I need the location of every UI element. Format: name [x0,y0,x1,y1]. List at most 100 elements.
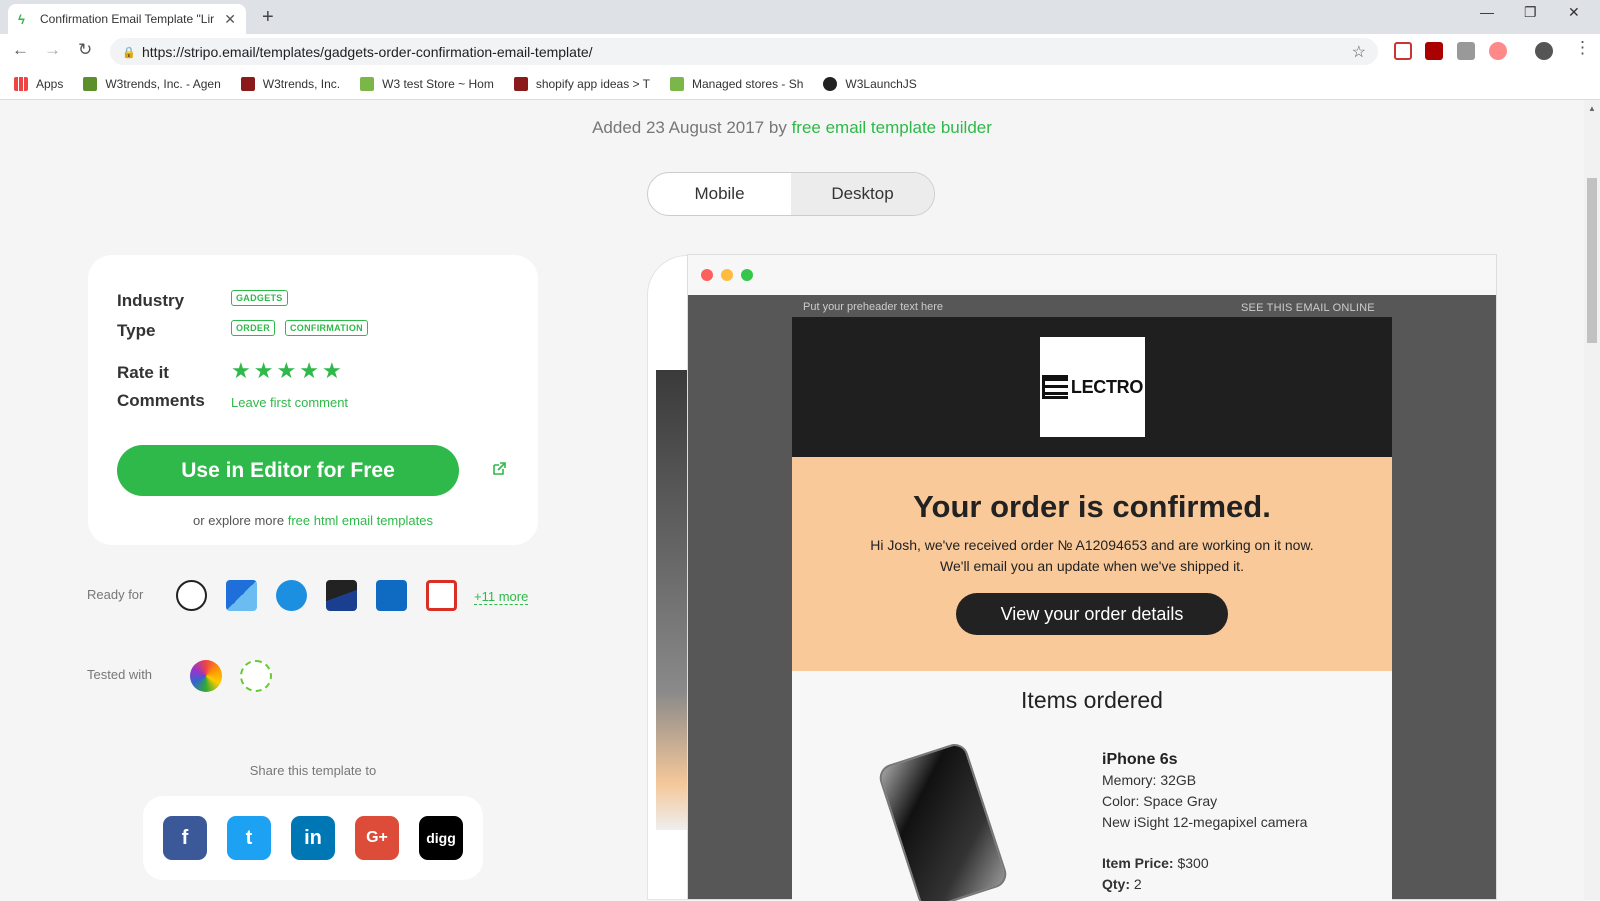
pdf-extension-icon[interactable] [1425,42,1443,60]
star-icon[interactable]: ★ [254,360,274,382]
desktop-toggle[interactable]: Desktop [791,173,934,215]
preheader-text: Put your preheader text here [803,301,944,313]
scrollbar-thumb[interactable] [1587,178,1597,343]
items-section: Items ordered iPhone 6s Memory: 32GB Col… [792,671,1392,901]
desktop-preview-window: Put your preheader text here SEE THIS EM… [687,254,1497,901]
star-icon[interactable]: ★ [299,360,319,382]
forward-button[interactable]: → [44,40,61,60]
stripo-favicon-icon: ϟ [18,12,25,27]
price-label: Item Price: [1102,855,1174,871]
address-bar[interactable]: 🔒 https://stripo.email/templates/gadgets… [110,38,1378,65]
campaign-monitor-icon[interactable] [226,580,257,611]
digg-icon[interactable]: digg [419,816,463,860]
type-tag-order[interactable]: ORDER [231,320,276,336]
menu-icon[interactable]: ⋮ [1574,38,1591,58]
bookmark-item[interactable]: Managed stores - Sh [670,76,803,91]
facebook-icon[interactable]: f [163,816,207,860]
ready-for-label: Ready for [87,587,144,602]
comments-label: Comments [117,391,205,410]
message-line: Hi Josh, we've received order № A1209465… [870,537,1314,553]
gmail-icon[interactable] [426,580,457,611]
new-tab-button[interactable]: + [262,6,274,29]
industry-label: Industry [117,291,185,310]
email-on-acid-icon[interactable] [240,660,272,692]
confirmation-section: Your order is confirmed. Hi Josh, we've … [792,457,1392,671]
bookmark-item[interactable]: W3 test Store ~ Hom [360,76,494,91]
confirmation-message: Hi Josh, we've received order № A1209465… [792,535,1392,577]
added-text: Added 23 August 2017 by [592,118,787,137]
bookmark-label: W3trends, Inc. - Agen [105,76,221,91]
explore-prefix: or explore more [193,513,285,528]
view-order-button[interactable]: View your order details [956,593,1228,635]
close-dot-icon [701,269,713,281]
star-icon[interactable]: ★ [231,360,251,382]
minimize-button[interactable]: — [1480,4,1494,20]
profile-icon[interactable] [1535,42,1553,60]
items-title: Items ordered [1021,687,1163,713]
code-extension-icon[interactable] [1457,42,1475,60]
qty-value: 2 [1133,876,1142,892]
more-clients-link[interactable]: +11 more [474,589,529,605]
scroll-up-icon[interactable]: ▲ [1588,104,1596,113]
apps-grid-icon [14,76,28,91]
mobile-toggle[interactable]: Mobile [648,173,791,215]
browser-tab[interactable]: ϟ Confirmation Email Template "Lir ✕ [8,4,246,34]
browser-toolbar: ← → ↻ 🔒 https://stripo.email/templates/g… [0,34,1600,68]
twitter-icon[interactable]: t [227,816,271,860]
testing-tools [190,660,272,692]
confirmation-heading: Your order is confirmed. [913,489,1271,524]
tab-title: Confirmation Email Template "Lir [40,12,215,26]
esputnik-icon[interactable] [276,580,307,611]
reload-button[interactable]: ↻ [78,40,92,60]
bookmark-item[interactable]: shopify app ideas > T [513,76,650,91]
back-button[interactable]: ← [12,40,29,60]
use-in-editor-button[interactable]: Use in Editor for Free [117,445,459,496]
bookmark-star-icon[interactable]: ☆ [1352,42,1366,62]
litmus-icon[interactable] [190,660,222,692]
extension-icon[interactable] [1394,42,1412,60]
outlook-icon[interactable] [376,580,407,611]
extension-icon[interactable] [1489,42,1507,60]
bookmark-item[interactable]: W3LaunchJS [823,76,917,91]
explore-line: or explore more free html email template… [88,513,538,528]
bookmark-label: W3LaunchJS [845,76,917,91]
industry-tag[interactable]: GADGETS [231,290,288,306]
close-tab-icon[interactable]: ✕ [224,11,236,28]
share-label: Share this template to [249,763,377,778]
mail-icon[interactable] [326,580,357,611]
type-tag-confirmation[interactable]: CONFIRMATION [285,320,368,336]
rating-stars[interactable]: ★ ★ ★ ★ ★ [231,360,342,382]
bookmark-apps[interactable]: Apps [14,76,63,91]
shopify-icon [670,76,685,91]
email-header: LECTRO [792,317,1392,457]
product-qty: Qty: 2 [1102,874,1307,895]
restore-button[interactable]: ❐ [1524,4,1537,21]
bookmark-item[interactable]: W3trends, Inc. - Agen [83,76,221,91]
star-icon[interactable]: ★ [276,360,296,382]
logo-mark-icon [1041,375,1068,399]
mailchimp-icon[interactable] [176,580,207,611]
template-info-card: Industry GADGETS Type ORDER CONFIRMATION… [88,255,538,545]
bookmarks-bar: Apps W3trends, Inc. - Agen W3trends, Inc… [0,68,1600,100]
preview-title-bar [688,255,1496,295]
iphone-product-image [876,740,1010,901]
view-online-link[interactable]: SEE THIS EMAIL ONLINE [1241,302,1375,314]
template-builder-link[interactable]: free email template builder [792,118,992,137]
close-window-button[interactable]: ✕ [1568,4,1580,21]
star-icon[interactable]: ★ [322,360,342,382]
templates-link[interactable]: free html email templates [288,513,433,528]
shopify-icon [83,76,98,91]
linkedin-icon[interactable]: in [291,816,335,860]
maximize-dot-icon [741,269,753,281]
w3-icon [240,76,255,91]
page-scrollbar[interactable]: ▲ [1584,100,1600,900]
minimize-dot-icon [721,269,733,281]
bookmark-item[interactable]: W3trends, Inc. [240,76,340,91]
view-toggle: Mobile Desktop [647,172,935,216]
external-link-icon[interactable] [491,461,507,477]
leave-comment-link[interactable]: Leave first comment [231,395,348,410]
email-clients [176,580,457,611]
product-memory: Memory: 32GB [1102,772,1197,788]
google-plus-icon[interactable]: G+ [355,816,399,860]
electro-logo: LECTRO [1040,337,1145,437]
